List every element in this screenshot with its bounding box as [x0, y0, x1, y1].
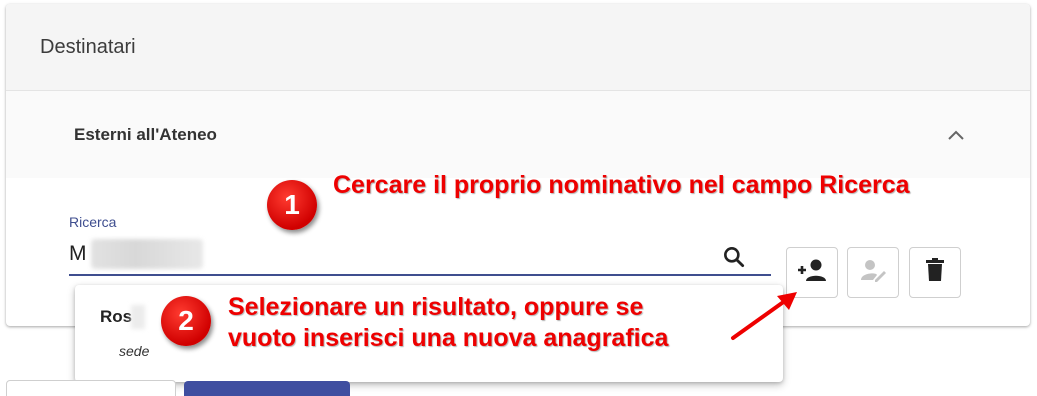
- secondary-button[interactable]: [6, 380, 176, 396]
- card-header: Destinatari: [6, 4, 1030, 91]
- step-2-badge: 2: [161, 296, 211, 346]
- person-add-icon: [795, 257, 829, 288]
- expansion-panel-header[interactable]: Esterni all'Ateneo: [6, 91, 1030, 178]
- primary-button[interactable]: [184, 381, 350, 396]
- page: Destinatari Esterni all'Ateneo Ricerca M: [0, 0, 1037, 396]
- search-input[interactable]: M: [69, 234, 771, 274]
- search-field[interactable]: Ricerca M: [69, 214, 771, 276]
- trash-icon: [924, 257, 946, 288]
- card-title: Destinatari: [40, 35, 136, 58]
- person-edit-icon: [858, 257, 888, 288]
- step-2-number: 2: [178, 305, 194, 336]
- search-label: Ricerca: [69, 214, 117, 230]
- chevron-up-icon[interactable]: [946, 125, 966, 145]
- step-2-text-line1: Selezionare un risultato, oppure se: [228, 293, 644, 321]
- search-underline: [69, 274, 771, 276]
- search-input-value: M: [69, 242, 87, 265]
- step-1-number: 1: [284, 189, 300, 220]
- step-1-text: Cercare il proprio nominativo nel campo …: [333, 171, 910, 199]
- result-subtitle: sede: [119, 343, 150, 359]
- redacted-text: [90, 239, 203, 269]
- step-2-text-line2: vuoto inserisci una nuova anagrafica: [228, 324, 669, 352]
- edit-person-button[interactable]: [847, 247, 899, 298]
- result-name: Ros: [100, 307, 133, 326]
- redacted-text: [131, 305, 145, 329]
- expansion-panel-title: Esterni all'Ateneo: [74, 124, 217, 144]
- step-1-badge: 1: [267, 180, 317, 230]
- arrow-icon: [731, 292, 797, 340]
- search-icon[interactable]: [721, 244, 747, 270]
- delete-button[interactable]: [909, 247, 961, 298]
